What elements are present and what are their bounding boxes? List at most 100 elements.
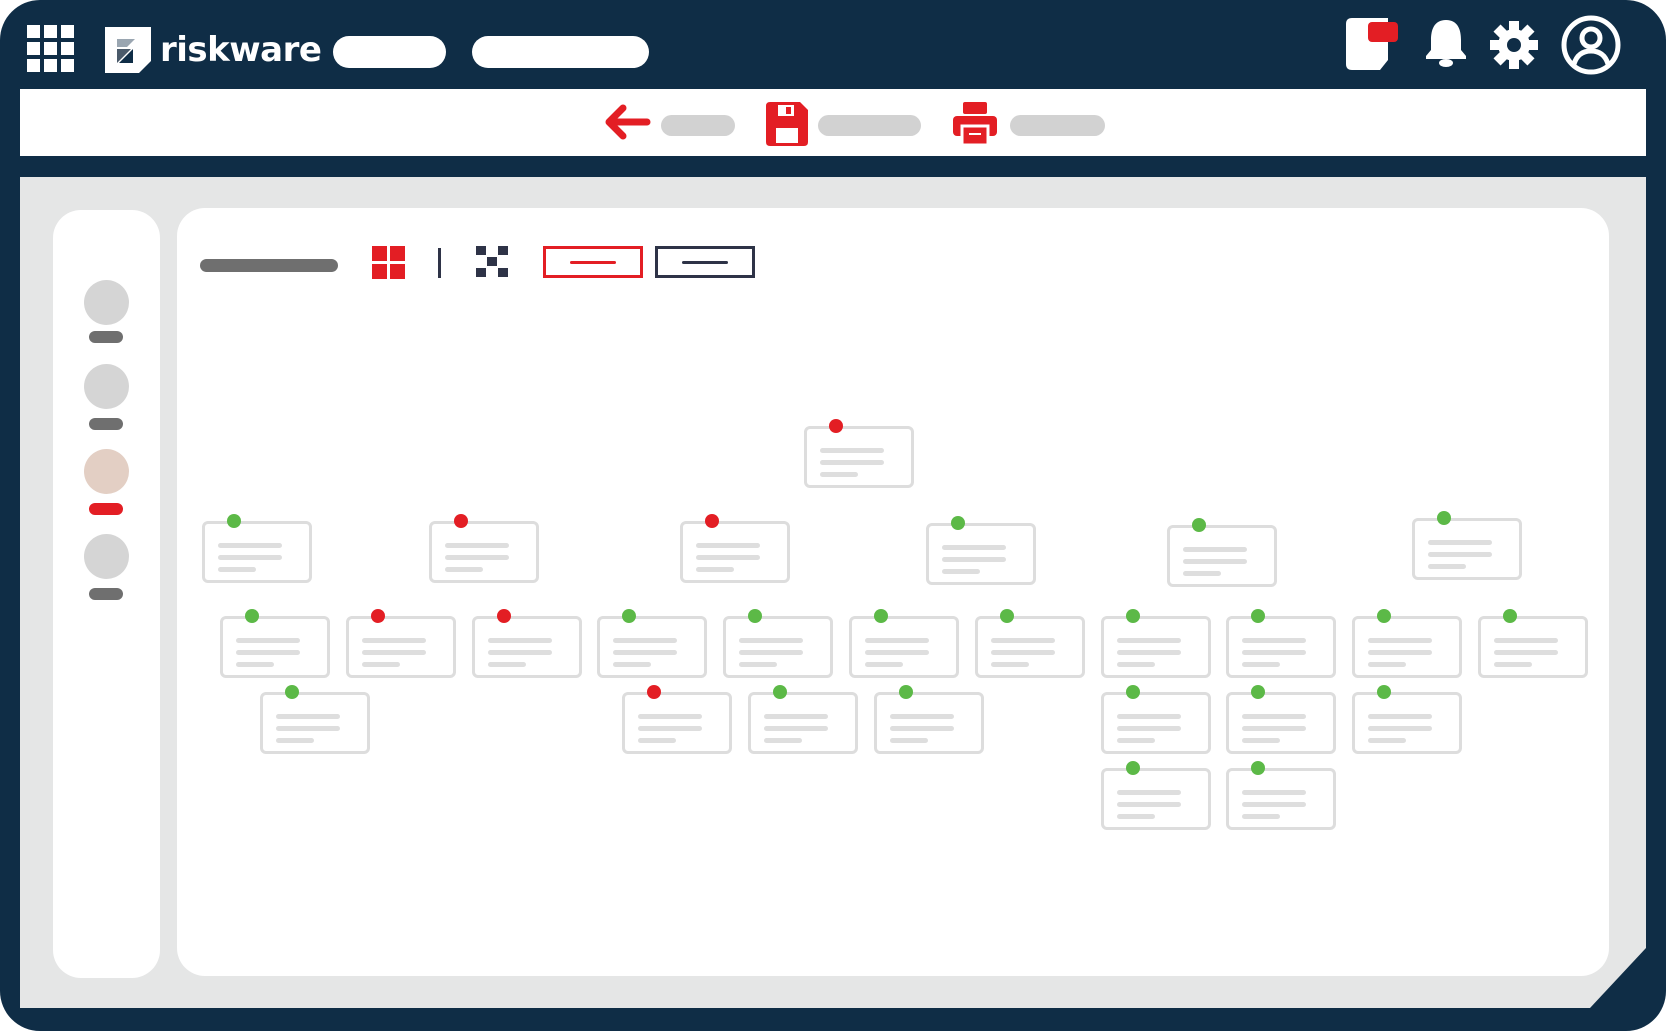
sidebar-item-1-label[interactable]: [89, 331, 123, 343]
org-card-b2[interactable]: [429, 514, 539, 583]
card-text-line: [739, 650, 803, 655]
org-card-b6[interactable]: [1412, 511, 1522, 580]
card-text-line: [1368, 726, 1432, 731]
org-card-c11[interactable]: [1478, 609, 1588, 678]
card-text-line: [820, 448, 884, 453]
card-text-line: [890, 738, 928, 743]
status-dot: [1251, 609, 1265, 623]
sidebar-item-4-label[interactable]: [89, 588, 123, 600]
gear-icon[interactable]: [1490, 21, 1538, 69]
org-card-d5[interactable]: [1101, 685, 1211, 754]
status-dot: [899, 685, 913, 699]
sidebar-item-1-icon[interactable]: [84, 280, 129, 325]
card-text-line: [1242, 662, 1280, 667]
card-text-line: [1117, 814, 1155, 819]
org-card-b3[interactable]: [680, 514, 790, 583]
print-button-label[interactable]: [1010, 115, 1105, 136]
card-text-line: [1242, 714, 1306, 719]
card-text-line: [445, 567, 483, 572]
card-text-line: [696, 555, 760, 560]
card-text-line: [1494, 662, 1532, 667]
card-text-line: [942, 569, 980, 574]
status-dot: [371, 609, 385, 623]
save-icon[interactable]: [766, 102, 808, 146]
org-card-root[interactable]: [804, 419, 914, 488]
status-dot: [454, 514, 468, 528]
main-panel: [177, 208, 1609, 976]
status-dot: [1377, 609, 1391, 623]
card-text-line: [445, 543, 509, 548]
back-arrow-icon[interactable]: [603, 104, 651, 140]
card-text-line: [638, 738, 676, 743]
org-card-c6[interactable]: [849, 609, 959, 678]
card-text-line: [1428, 540, 1492, 545]
org-card-c4[interactable]: [597, 609, 707, 678]
org-card-c8[interactable]: [1101, 609, 1211, 678]
card-text-line: [1242, 738, 1280, 743]
status-dot: [1126, 609, 1140, 623]
bell-icon[interactable]: [1426, 20, 1466, 68]
sidebar-item-2-label[interactable]: [89, 418, 123, 430]
top-nav-item-1[interactable]: [333, 36, 446, 68]
card-text-line: [1117, 726, 1181, 731]
card-text-line: [1242, 638, 1306, 643]
org-card-e1[interactable]: [1101, 761, 1211, 830]
riskware-logo-icon[interactable]: [105, 27, 153, 75]
card-text-line: [613, 662, 651, 667]
notes-icon[interactable]: [1346, 18, 1398, 70]
org-card-c9[interactable]: [1226, 609, 1336, 678]
card-text-line: [236, 650, 300, 655]
org-card-d7[interactable]: [1352, 685, 1462, 754]
org-card-d4[interactable]: [874, 685, 984, 754]
status-dot: [245, 609, 259, 623]
card-text-line: [276, 738, 314, 743]
top-nav-item-2[interactable]: [472, 36, 649, 68]
save-button-label[interactable]: [818, 115, 921, 136]
card-text-line: [865, 662, 903, 667]
org-card-d1[interactable]: [260, 685, 370, 754]
org-card-b5[interactable]: [1167, 518, 1277, 587]
top-bar: riskware: [0, 0, 1666, 89]
card-text-line: [236, 662, 274, 667]
org-card-c7[interactable]: [975, 609, 1085, 678]
org-card-b1[interactable]: [202, 514, 312, 583]
back-button-label[interactable]: [661, 115, 735, 136]
org-card-d2[interactable]: [622, 685, 732, 754]
card-text-line: [1183, 571, 1221, 576]
org-card-d6[interactable]: [1226, 685, 1336, 754]
sidebar-item-3-label[interactable]: [89, 503, 123, 515]
card-text-line: [638, 726, 702, 731]
sidebar-item-3-icon[interactable]: [84, 449, 129, 494]
card-text-line: [218, 555, 282, 560]
org-card-c5[interactable]: [723, 609, 833, 678]
org-card-c10[interactable]: [1352, 609, 1462, 678]
apps-grid-icon[interactable]: [27, 25, 77, 75]
card-text-line: [1368, 650, 1432, 655]
card-text-line: [1117, 738, 1155, 743]
card-text-line: [890, 726, 954, 731]
card-text-line: [1242, 802, 1306, 807]
card-text-line: [1117, 790, 1181, 795]
card-text-line: [739, 662, 777, 667]
card-text-line: [488, 662, 526, 667]
status-dot: [647, 685, 661, 699]
card-text-line: [890, 714, 954, 719]
org-card-c3[interactable]: [472, 609, 582, 678]
user-avatar-icon[interactable]: [1560, 14, 1622, 76]
card-text-line: [236, 638, 300, 643]
status-dot: [1251, 761, 1265, 775]
org-card-e2[interactable]: [1226, 761, 1336, 830]
org-card-d3[interactable]: [748, 685, 858, 754]
brand-name[interactable]: riskware: [160, 26, 322, 74]
card-text-line: [445, 555, 509, 560]
card-text-line: [1494, 638, 1558, 643]
org-card-c2[interactable]: [346, 609, 456, 678]
sidebar-item-2-icon[interactable]: [84, 364, 129, 409]
card-text-line: [865, 650, 929, 655]
status-dot: [285, 685, 299, 699]
sidebar-item-4-icon[interactable]: [84, 534, 129, 579]
org-card-b4[interactable]: [926, 516, 1036, 585]
print-icon[interactable]: [953, 102, 997, 146]
status-dot: [1437, 511, 1451, 525]
org-card-c1[interactable]: [220, 609, 330, 678]
